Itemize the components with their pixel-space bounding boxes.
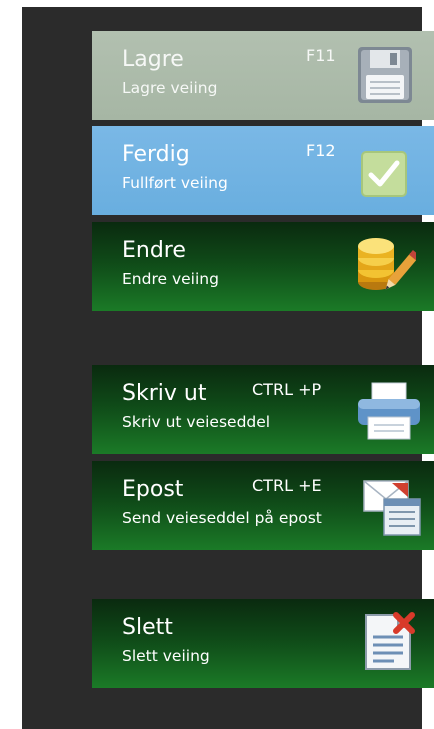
print-shortcut: CTRL +P	[252, 380, 322, 399]
printer-icon	[356, 381, 422, 441]
save-title: Lagre	[122, 47, 184, 72]
save-subtitle: Lagre veiing	[122, 79, 218, 97]
delete-document-icon	[362, 611, 416, 673]
email-document-icon	[362, 477, 424, 539]
print-title: Skriv ut	[122, 381, 207, 406]
database-edit-icon	[354, 236, 416, 298]
finish-title: Ferdig	[122, 142, 190, 167]
finish-button[interactable]: Ferdig Fullført veiing F12	[92, 126, 434, 215]
print-subtitle: Skriv ut veieseddel	[122, 413, 271, 431]
checkmark-icon	[360, 150, 408, 198]
print-button[interactable]: Skriv ut Skriv ut veieseddel CTRL +P	[92, 365, 434, 454]
delete-subtitle: Slett veiing	[122, 647, 210, 665]
action-panel: Lagre Lagre veiing F11 Ferdig Fullført v…	[22, 7, 434, 729]
edit-title: Endre	[122, 238, 186, 263]
floppy-disk-icon	[356, 45, 414, 105]
finish-shortcut: F12	[306, 141, 336, 160]
edit-button[interactable]: Endre Endre veiing	[92, 222, 434, 311]
delete-button[interactable]: Slett Slett veiing	[92, 599, 434, 688]
save-button[interactable]: Lagre Lagre veiing F11	[92, 31, 434, 120]
finish-subtitle: Fullført veiing	[122, 174, 228, 192]
edit-subtitle: Endre veiing	[122, 270, 219, 288]
save-shortcut: F11	[306, 46, 336, 65]
email-shortcut: CTRL +E	[252, 476, 322, 495]
email-button[interactable]: Epost Send veieseddel på epost CTRL +E	[92, 461, 434, 550]
delete-title: Slett	[122, 615, 173, 640]
email-subtitle: Send veieseddel på epost	[122, 509, 322, 527]
email-title: Epost	[122, 477, 184, 502]
